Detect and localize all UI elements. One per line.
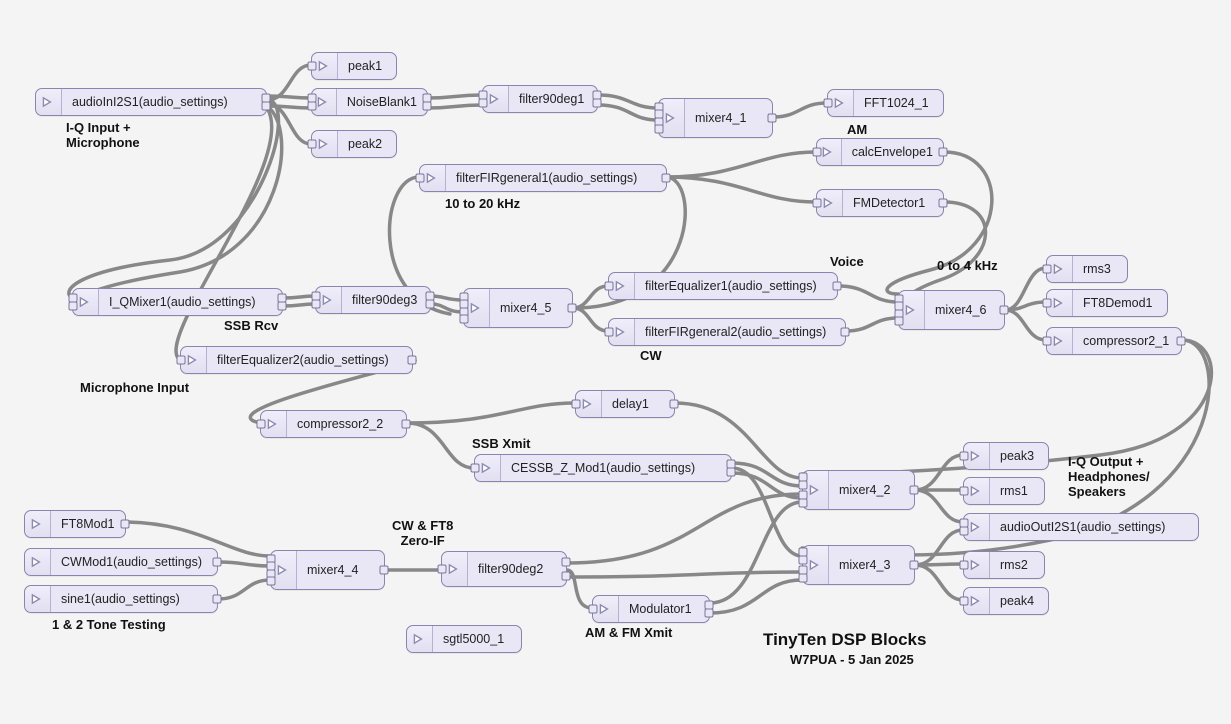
arrow-icon (25, 549, 51, 575)
annot-ssb-rcv: SSB Rcv (224, 318, 278, 333)
node-mixer4_2[interactable]: mixer4_2 (802, 470, 915, 510)
node-peak3[interactable]: peak3 (963, 442, 1049, 470)
node-label: filter90deg2 (468, 552, 553, 586)
node-cwmod[interactable]: CWMod1(audio_settings) (24, 548, 218, 576)
annot-iq-out: I-Q Output + Headphones/ Speakers (1068, 454, 1150, 499)
node-mixer4_5[interactable]: mixer4_5 (463, 288, 573, 328)
node-fmdet[interactable]: FMDetector1 (816, 189, 944, 217)
annot-iq-in: I-Q Input + Microphone (66, 120, 140, 150)
arrow-icon (36, 89, 62, 115)
annot-voice: Voice (830, 254, 864, 269)
node-label: I_QMixer1(audio_settings) (99, 289, 266, 315)
annot-tone12: 1 & 2 Tone Testing (52, 617, 166, 632)
node-audioOut[interactable]: audioOutI2S1(audio_settings) (963, 513, 1199, 541)
node-filterEq1[interactable]: filterEqualizer1(audio_settings) (608, 272, 838, 300)
node-label: mixer4_3 (829, 546, 900, 584)
node-mixer4_4[interactable]: mixer4_4 (270, 550, 385, 590)
node-compressor21[interactable]: compressor2_1 (1046, 327, 1182, 355)
node-noiseblank[interactable]: NoiseBlank1 (311, 88, 428, 116)
node-label: peak4 (990, 588, 1044, 614)
node-audioIn[interactable]: audioInI2S1(audio_settings) (35, 88, 267, 116)
node-label: sine1(audio_settings) (51, 586, 190, 612)
node-rms1[interactable]: rms1 (963, 477, 1045, 505)
node-label: FMDetector1 (843, 190, 935, 216)
node-modulator1[interactable]: Modulator1 (592, 595, 710, 623)
annot-mic-in: Microphone Input (80, 380, 189, 395)
arrow-icon (25, 586, 51, 612)
node-label: mixer4_6 (925, 291, 996, 329)
annot-zero4: 0 to 4 kHz (937, 258, 998, 273)
node-rms2[interactable]: rms2 (963, 551, 1045, 579)
node-label: rms3 (1073, 256, 1121, 282)
arrow-icon (407, 626, 433, 652)
diagram-subtitle: W7PUA - 5 Jan 2025 (790, 652, 914, 667)
node-calcEnv[interactable]: calcEnvelope1 (816, 138, 944, 166)
node-label: filterFIRgeneral1(audio_settings) (446, 165, 647, 191)
node-label: CESSB_Z_Mod1(audio_settings) (501, 455, 705, 481)
node-label: NoiseBlank1 (337, 89, 427, 115)
node-delay1[interactable]: delay1 (575, 390, 675, 418)
node-label: FT8Mod1 (51, 511, 125, 537)
node-label: FT8Demod1 (1073, 290, 1162, 316)
node-label: CWMod1(audio_settings) (51, 549, 212, 575)
annot-am: AM (847, 122, 867, 137)
node-iqmixer[interactable]: I_QMixer1(audio_settings) (72, 288, 283, 316)
node-compressor22[interactable]: compressor2_2 (260, 410, 407, 438)
node-label: compressor2_1 (1073, 328, 1179, 354)
node-label: mixer4_2 (829, 471, 900, 509)
node-filter90deg1[interactable]: filter90deg1 (482, 85, 598, 113)
node-peak1[interactable]: peak1 (311, 52, 397, 80)
diagram-canvas[interactable]: .w { fill:none; stroke:#888; stroke-widt… (0, 0, 1231, 724)
node-label: peak2 (338, 131, 392, 157)
node-label: calcEnvelope1 (842, 139, 943, 165)
node-filterFIR2[interactable]: filterFIRgeneral2(audio_settings) (608, 318, 846, 346)
node-mixer4_3[interactable]: mixer4_3 (802, 545, 915, 585)
node-ft8mod[interactable]: FT8Mod1 (24, 510, 126, 538)
node-filter90deg3[interactable]: filter90deg3 (315, 286, 431, 314)
node-label: mixer4_1 (685, 99, 756, 137)
annot-ssb-xmit: SSB Xmit (472, 436, 531, 451)
node-ft8demod[interactable]: FT8Demod1 (1046, 289, 1168, 317)
node-peak4[interactable]: peak4 (963, 587, 1049, 615)
node-label: filterEqualizer2(audio_settings) (207, 347, 399, 373)
node-label: filter90deg3 (342, 287, 427, 313)
node-label: mixer4_5 (490, 289, 561, 327)
diagram-title: TinyTen DSP Blocks (763, 630, 926, 650)
annot-cw-ft8: CW & FT8 Zero-IF (392, 518, 453, 548)
node-filterEq2[interactable]: filterEqualizer2(audio_settings) (180, 346, 413, 374)
node-mixer4_1[interactable]: mixer4_1 (658, 98, 773, 138)
node-cessb[interactable]: CESSB_Z_Mod1(audio_settings) (474, 454, 732, 482)
annot-amfm-xmit: AM & FM Xmit (585, 625, 672, 640)
node-sgtl[interactable]: sgtl5000_1 (406, 625, 522, 653)
node-label: audioInI2S1(audio_settings) (62, 89, 238, 115)
node-filter90deg2[interactable]: filter90deg2 (441, 551, 567, 587)
node-label: rms1 (990, 478, 1038, 504)
node-label: delay1 (602, 391, 659, 417)
node-label: audioOutI2S1(audio_settings) (990, 514, 1175, 540)
node-label: peak1 (338, 53, 392, 79)
node-mixer4_6[interactable]: mixer4_6 (898, 290, 1005, 330)
node-label: FFT1024_1 (854, 90, 939, 116)
node-peak2[interactable]: peak2 (311, 130, 397, 158)
node-label: filterEqualizer1(audio_settings) (635, 273, 827, 299)
annot-cw: CW (640, 348, 662, 363)
node-label: peak3 (990, 443, 1044, 469)
node-label: rms2 (990, 552, 1038, 578)
arrow-icon (25, 511, 51, 537)
node-sine1[interactable]: sine1(audio_settings) (24, 585, 218, 613)
node-fft[interactable]: FFT1024_1 (827, 89, 944, 117)
node-label: mixer4_4 (297, 551, 368, 589)
node-label: compressor2_2 (287, 411, 393, 437)
node-rms3[interactable]: rms3 (1046, 255, 1128, 283)
node-label: filter90deg1 (509, 86, 594, 112)
annot-10to20: 10 to 20 kHz (445, 196, 520, 211)
node-label: filterFIRgeneral2(audio_settings) (635, 319, 836, 345)
node-filterFIR1[interactable]: filterFIRgeneral1(audio_settings) (419, 164, 667, 192)
node-label: sgtl5000_1 (433, 626, 514, 652)
node-label: Modulator1 (619, 596, 702, 622)
